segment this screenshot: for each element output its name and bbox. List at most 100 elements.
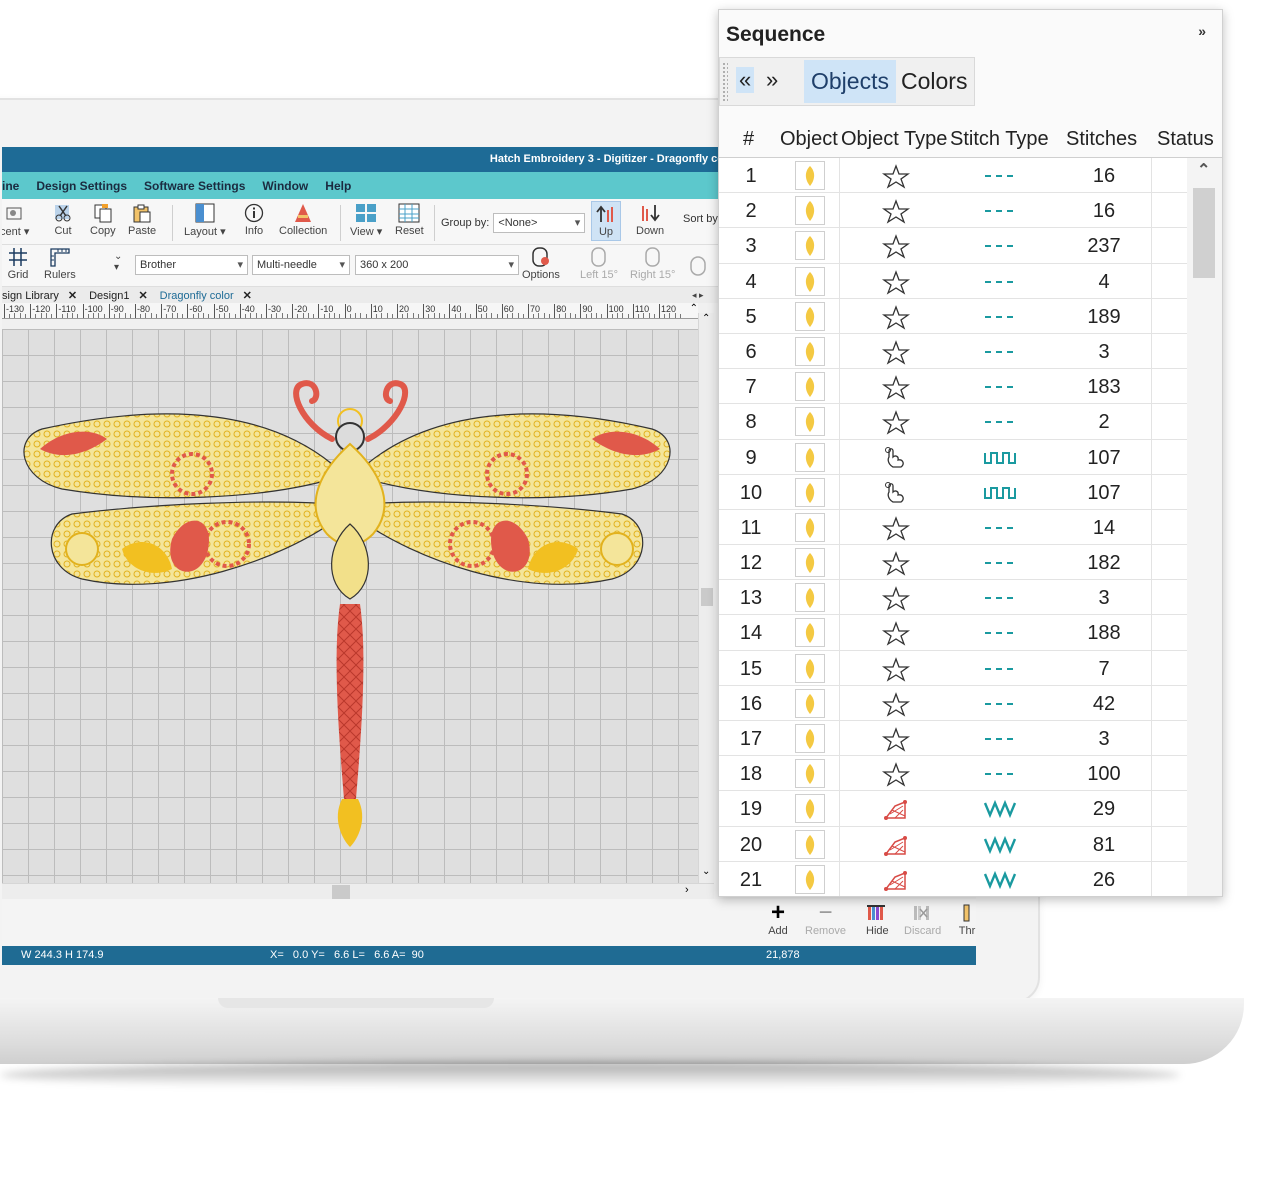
collection-button[interactable]: Collection xyxy=(279,203,327,237)
ruler-minor-tick xyxy=(271,314,273,318)
table-row[interactable]: 20 81 xyxy=(719,826,1187,862)
table-row[interactable]: 15 7 xyxy=(719,650,1187,686)
tab-scroll-arrows-icon[interactable]: ◂ ▸ xyxy=(692,290,704,301)
table-row[interactable]: 44 xyxy=(719,263,1187,299)
arrange-button[interactable]: cent ▾ xyxy=(2,203,29,238)
table-row[interactable]: 11 14 xyxy=(719,509,1187,546)
table-row[interactable]: 3 237 xyxy=(719,228,1187,264)
ruler-minor-tick xyxy=(145,313,147,318)
cut-button[interactable]: Cut xyxy=(52,203,74,237)
scroll-thumb[interactable] xyxy=(701,588,713,606)
column-stitch-type[interactable]: Stitch Type xyxy=(950,128,1049,151)
column-stitches[interactable]: Stitches xyxy=(1066,128,1137,151)
scroll-up-icon[interactable]: ⌃ xyxy=(1197,160,1210,180)
table-row[interactable]: 14 188 xyxy=(719,615,1187,651)
run-stitch-icon xyxy=(981,198,1021,224)
ruler-tick-label: -50 xyxy=(215,304,229,314)
thread-button[interactable]: Thr xyxy=(956,903,976,937)
close-icon[interactable]: ✕ xyxy=(68,290,77,302)
scroll-down-icon[interactable]: ⌄ xyxy=(702,866,710,877)
scroll-up-icon[interactable]: ⌃ xyxy=(702,313,710,324)
table-row[interactable]: 2 16 xyxy=(719,193,1187,229)
ruler-tick-label: -90 xyxy=(110,304,124,314)
star-object-type-icon xyxy=(881,691,911,717)
row-number: 14 xyxy=(739,622,763,645)
table-row[interactable]: 9 107 xyxy=(719,439,1187,475)
column-number[interactable]: # xyxy=(743,128,754,151)
rotate-left-icon xyxy=(588,247,610,267)
table-row[interactable]: 19 29 xyxy=(719,791,1187,827)
paste-button[interactable]: Paste xyxy=(128,203,156,237)
menu-item-arrange[interactable]: ine xyxy=(2,179,19,193)
hoop-options-button[interactable]: Options xyxy=(522,247,560,281)
hide-button[interactable]: Hide xyxy=(866,903,889,937)
collapse-left-icon[interactable]: « xyxy=(736,67,755,93)
info-button[interactable]: Info xyxy=(243,203,265,237)
ruler-tick xyxy=(606,304,608,318)
table-row[interactable]: 5 189 xyxy=(719,298,1187,334)
tab-dragonfly-color[interactable]: Dragonfly color ✕ xyxy=(160,289,258,302)
table-row[interactable]: 1 16 xyxy=(719,158,1187,194)
scroll-up-icon[interactable]: ⌃ xyxy=(690,303,698,314)
design-canvas[interactable] xyxy=(2,329,698,883)
table-row[interactable]: 13 3 xyxy=(719,580,1187,616)
rulers-button[interactable]: Rulers xyxy=(44,247,76,281)
needle-select[interactable]: Multi-needle xyxy=(252,255,350,275)
panel-scrollbar[interactable]: ⌃ xyxy=(1187,158,1222,896)
scroll-thumb[interactable] xyxy=(332,885,350,899)
scroll-thumb[interactable] xyxy=(1193,188,1215,278)
ruler-minor-tick xyxy=(575,314,577,318)
table-row[interactable]: 63 xyxy=(719,333,1187,370)
copy-button[interactable]: Copy xyxy=(90,203,116,237)
panel-expand-icon[interactable]: » xyxy=(1198,23,1206,39)
tab-objects[interactable]: Objects xyxy=(804,60,896,103)
table-row[interactable]: 10 107 xyxy=(719,474,1187,510)
hoop-select[interactable]: 360 x 200 xyxy=(355,255,519,275)
table-row[interactable]: 16 42 xyxy=(719,685,1187,721)
dropdown-chevron-icon[interactable]: ⌄ ▾ xyxy=(114,251,122,273)
machine-select[interactable]: Brother xyxy=(135,255,248,275)
expand-right-icon[interactable]: » xyxy=(766,67,778,93)
hoop-gear-icon xyxy=(530,247,552,267)
table-row[interactable]: 18 100 xyxy=(719,756,1187,792)
table-row[interactable]: 17 3 xyxy=(719,721,1187,757)
column-status[interactable]: Status xyxy=(1157,128,1214,151)
drag-handle-icon[interactable] xyxy=(722,62,728,102)
view-button[interactable]: View ▾ xyxy=(350,203,382,238)
ruler-minor-tick xyxy=(103,314,105,318)
grid-button[interactable]: Grid xyxy=(7,247,29,281)
arrow-up-icon xyxy=(595,204,617,224)
table-row[interactable]: 21 26 xyxy=(719,861,1187,896)
canvas-horizontal-scrollbar[interactable]: › xyxy=(2,883,714,899)
menu-item-window[interactable]: Window xyxy=(262,179,308,193)
table-row[interactable]: 7 183 xyxy=(719,369,1187,405)
layout-button[interactable]: Layout ▾ xyxy=(184,203,226,238)
close-icon[interactable]: ✕ xyxy=(243,290,252,302)
add-button[interactable]: + Add xyxy=(767,899,789,937)
group-by-select[interactable]: <None> xyxy=(493,213,586,233)
reset-button[interactable]: Reset xyxy=(395,203,424,237)
menu-item-design-settings[interactable]: Design Settings xyxy=(36,179,127,193)
ruler-tick-label: -40 xyxy=(241,304,255,314)
canvas-vertical-scrollbar[interactable]: ⌃ ⌄ xyxy=(698,313,714,883)
ruler-minor-tick xyxy=(590,313,592,318)
ruler-minor-tick xyxy=(129,314,131,318)
menu-item-help[interactable]: Help xyxy=(325,179,351,193)
column-object[interactable]: Object xyxy=(780,128,838,151)
ruler-minor-tick xyxy=(444,314,446,318)
shape-object-type-icon xyxy=(881,867,911,893)
object-thumbnail xyxy=(795,266,825,296)
move-up-button[interactable]: Up xyxy=(591,201,621,241)
column-object-type[interactable]: Object Type xyxy=(841,128,947,151)
ruler-minor-tick xyxy=(40,313,42,318)
menu-item-software-settings[interactable]: Software Settings xyxy=(144,179,245,193)
info-icon xyxy=(243,203,265,223)
move-down-button[interactable]: Down xyxy=(636,203,664,237)
table-row[interactable]: 12 182 xyxy=(719,545,1187,581)
close-icon[interactable]: ✕ xyxy=(138,290,147,302)
scroll-right-icon[interactable]: › xyxy=(685,884,689,896)
table-row[interactable]: 82 xyxy=(719,404,1187,440)
tab-design1[interactable]: Design1 ✕ xyxy=(89,289,154,302)
tab-design-library[interactable]: sign Library ✕ xyxy=(2,289,83,302)
tab-colors[interactable]: Colors xyxy=(894,60,974,103)
